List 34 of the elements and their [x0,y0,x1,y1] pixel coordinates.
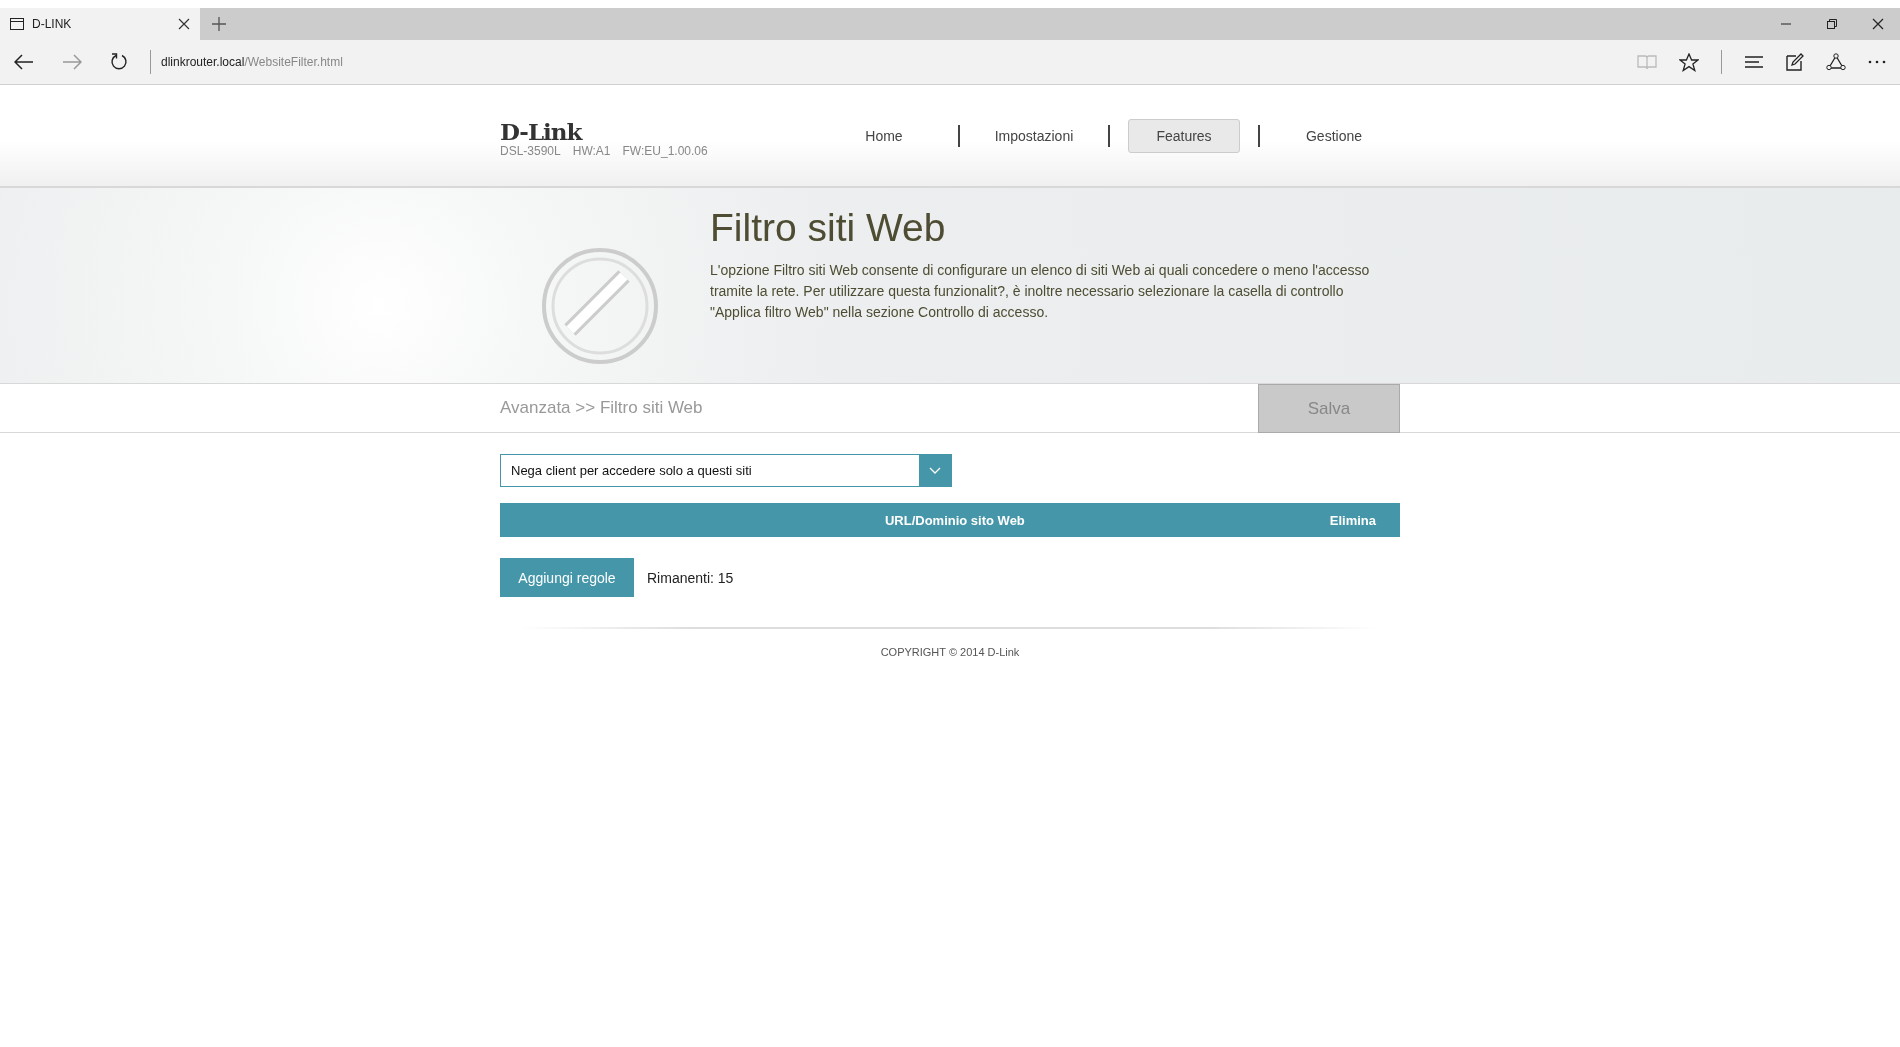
share-icon[interactable] [1826,53,1846,71]
menu-icon[interactable] [1744,55,1764,69]
nav-tab[interactable]: Impostazioni [978,118,1090,153]
nav-tab[interactable]: Gestione [1278,118,1390,153]
page-icon [10,18,24,30]
remaining-count: Rimanenti: 15 [647,569,734,586]
column-header: Elimina [1329,512,1377,528]
refresh-icon[interactable] [110,53,128,71]
browser-tab[interactable]: D-LINK [0,8,200,40]
model-label: DSL-3590L [500,143,561,158]
close-icon[interactable] [178,18,190,30]
star-icon[interactable] [1679,52,1699,72]
logo: D-Link [500,119,584,144]
more-icon[interactable] [1868,60,1886,64]
pencil-icon[interactable] [1786,53,1804,71]
prohibited-icon [540,246,660,366]
tab-title: D-LINK [32,17,73,31]
close-icon[interactable] [1872,18,1884,30]
breadcrumb: Avanzata >> Filtro siti Web [500,398,703,418]
filter-mode-dropdown[interactable]: Nega client per accedere solo a questi siti [500,454,952,487]
nav-tab[interactable]: Home [828,118,940,153]
hardware-label: HW:A1 [572,143,611,158]
copyright-text: COPYRIGHT © 2014 D-Link [879,646,1021,658]
column-header: URL/Dominio sito Web [883,512,1026,528]
new-tab-icon[interactable] [212,17,226,31]
restore-icon[interactable] [1826,18,1838,30]
page-description: L'opzione Filtro siti Web consente di configurare un elenco di siti Web ai quali concedere o meno l'accesso tramite la rete. Per utilizzare questa funzionalit?, è inoltre necessario selezionare la casella di controllo "Applica filtro Web" nella sezione Controllo di accesso. [710,261,1371,322]
chevron-down-icon [929,466,941,475]
back-icon[interactable] [14,54,34,70]
nav-tab[interactable]: Features [1128,118,1240,153]
page-title: Filtro siti Web [710,206,947,250]
forward-icon[interactable] [62,54,82,70]
firmware-label: FW:EU_1.00.06 [622,143,708,158]
address-field[interactable]: dlinkrouter.local/WebsiteFilter.html [161,55,343,69]
